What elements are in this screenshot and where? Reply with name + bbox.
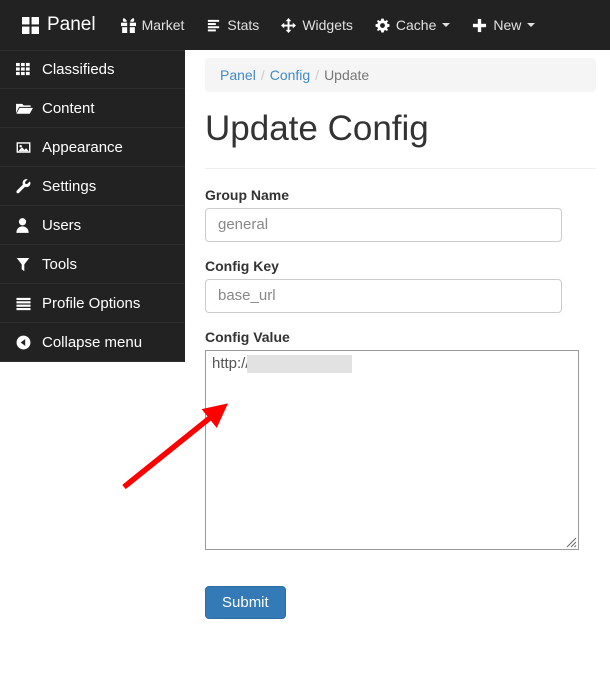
- app-root: Panel Market Stats Widgets Cache New Cla…: [0, 0, 610, 686]
- folder-open-icon: [16, 101, 34, 116]
- gear-icon: [375, 18, 390, 33]
- group-name-input[interactable]: [205, 207, 562, 242]
- top-navbar: Panel Market Stats Widgets Cache New: [0, 0, 610, 50]
- sidebar-item-label: Classifieds: [42, 61, 115, 78]
- nav-item-stats[interactable]: Stats: [195, 0, 270, 50]
- sidebar-item-settings[interactable]: Settings: [0, 167, 185, 206]
- config-value-textarea[interactable]: http:// /: [205, 349, 579, 550]
- sidebar-item-tools[interactable]: Tools: [0, 245, 185, 284]
- page-title: Update Config: [205, 109, 429, 148]
- sidebar-item-appearance[interactable]: Appearance: [0, 128, 185, 167]
- nav-item-label: Stats: [227, 17, 260, 33]
- sidebar-item-profile-options[interactable]: Profile Options: [0, 284, 185, 323]
- move-icon: [281, 17, 297, 33]
- sidebar-item-label: Content: [42, 99, 95, 117]
- bars-icon: [206, 18, 221, 33]
- navbar-brand-label: Panel: [47, 14, 96, 35]
- redaction-overlay: [247, 354, 352, 373]
- config-value-label: Config Value: [205, 328, 290, 345]
- picture-icon: [16, 140, 34, 155]
- nav-item-label: Widgets: [302, 17, 353, 33]
- config-value-wrapper: http:// /: [205, 349, 579, 550]
- sidebar-item-label: Collapse menu: [42, 333, 143, 351]
- grid-icon: [22, 16, 39, 34]
- sidebar-item-label: Tools: [42, 255, 78, 273]
- sidebar-item-label: Settings: [42, 177, 97, 195]
- wrench-icon: [16, 178, 34, 194]
- sidebar: Classifieds Content Appearance Settings …: [0, 50, 185, 362]
- user-icon: [16, 217, 34, 233]
- sidebar-item-label: Appearance: [42, 138, 123, 156]
- sidebar-item-content[interactable]: Content: [0, 89, 185, 128]
- nav-item-label: New: [493, 17, 522, 33]
- filter-icon: [16, 257, 34, 272]
- main-content: Panel / Config / Update Update Config Group …: [190, 50, 610, 619]
- nav-item-label: Market: [141, 17, 185, 33]
- form-group-config-key: Config Key: [205, 258, 596, 313]
- title-divider: [205, 167, 596, 169]
- form-group-group-name: Group Name: [205, 187, 596, 242]
- nav-item-widgets[interactable]: Widgets: [270, 0, 364, 50]
- sidebar-item-users[interactable]: Users: [0, 206, 185, 245]
- nav-item-label: Cache: [395, 17, 437, 33]
- breadcrumb-item-config[interactable]: Config: [270, 67, 310, 83]
- list-bars-icon: [16, 296, 34, 311]
- sidebar-item-label: Users: [42, 216, 82, 234]
- breadcrumb: Panel / Config / Update: [205, 58, 596, 92]
- chevron-down-icon: [442, 23, 451, 27]
- nav-item-new[interactable]: New: [461, 0, 546, 50]
- sidebar-item-label: Profile Options: [42, 294, 141, 312]
- sidebar-item-collapse-menu[interactable]: Collapse menu: [0, 323, 185, 362]
- arrow-circle-left-icon: [16, 335, 34, 350]
- navbar-brand-panel[interactable]: Panel: [0, 0, 110, 50]
- breadcrumb-item-update: Update: [324, 67, 370, 83]
- chevron-down-icon: [527, 23, 536, 27]
- nav-item-cache[interactable]: Cache: [364, 0, 461, 50]
- breadcrumb-separator: /: [260, 67, 265, 83]
- submit-button[interactable]: Submit: [205, 585, 286, 619]
- breadcrumb-separator: /: [315, 67, 320, 83]
- breadcrumb-item-panel[interactable]: Panel: [220, 67, 256, 83]
- config-key-input[interactable]: [205, 278, 562, 313]
- form-group-config-value: Config Value http:// /: [205, 329, 596, 550]
- th-grid-icon: [16, 62, 34, 77]
- config-key-label: Config Key: [205, 257, 279, 274]
- sidebar-item-classifieds[interactable]: Classifieds: [0, 50, 185, 89]
- gift-icon: [120, 17, 136, 33]
- nav-item-market[interactable]: Market: [110, 0, 196, 50]
- group-name-label: Group Name: [205, 186, 290, 203]
- plus-icon: [472, 18, 487, 33]
